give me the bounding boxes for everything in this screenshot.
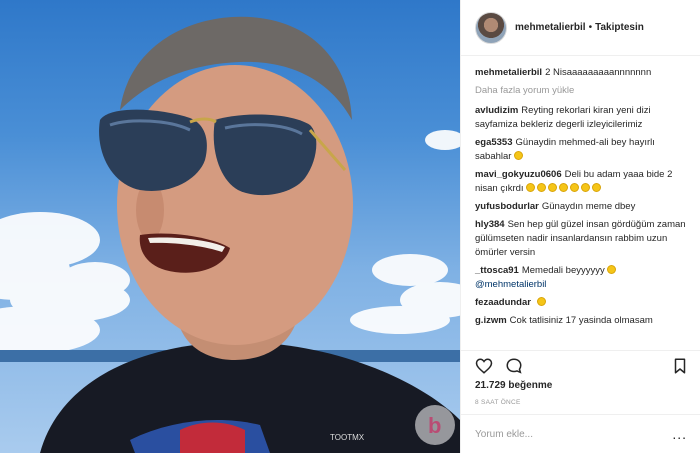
emoji-icon	[581, 183, 591, 192]
comment-username[interactable]: avludizim	[475, 105, 518, 116]
comment-username[interactable]: _ttosca91	[475, 265, 519, 276]
post-photo[interactable]: b TOOTMX	[0, 0, 460, 453]
comment-text: Sen hep gül güzel insan gördüğüm zaman g…	[475, 219, 686, 258]
selfie-illustration: b TOOTMX	[0, 16, 460, 453]
comment-username[interactable]: hly384	[475, 219, 505, 230]
add-comment-input[interactable]	[475, 428, 655, 440]
emoji-icon	[548, 183, 558, 192]
comment-item: _ttosca91 Memedali beyyyyyy @mehmetalierb…	[475, 264, 687, 292]
header-username[interactable]: mehmetalierbil	[515, 22, 586, 33]
comment-bubble-icon[interactable]	[505, 357, 523, 375]
post-timestamp: 8 SAAT ÖNCE	[475, 399, 521, 406]
action-bar	[461, 350, 700, 380]
comment-item: ega5353 Günaydin mehmed-ali bey hayırlı s…	[475, 136, 687, 164]
caption-text: 2 Nisaaaaaaaaannnnnnn	[545, 67, 652, 78]
svg-text:b: b	[428, 413, 441, 438]
add-comment-bar: ...	[461, 414, 700, 453]
comments-list: mehmetalierbil 2 Nisaaaaaaaaannnnnnn Daha…	[461, 60, 700, 350]
comment-item: fezaadundar	[475, 296, 687, 310]
comment-item: g.izwm Cok tatlisiniz 17 yasinda olmasam	[475, 314, 687, 328]
likes-count[interactable]: 21.729 beğenme	[475, 380, 552, 391]
more-options-button[interactable]: ...	[672, 426, 687, 442]
emoji-icon	[607, 265, 617, 274]
comment-text: Cok tatlisiniz 17 yasinda olmasam	[509, 315, 653, 326]
bookmark-icon[interactable]	[671, 357, 689, 375]
emoji-icon	[570, 183, 580, 192]
comment-username[interactable]: mavi_gokyuzu0606	[475, 169, 562, 180]
heart-icon[interactable]	[475, 357, 493, 375]
emoji-icon	[537, 183, 547, 192]
post-sidebar: mehmetalierbil • Takiptesin mehmetalierb…	[460, 0, 700, 453]
emoji-icon	[526, 183, 536, 192]
comment-username[interactable]: ega5353	[475, 137, 513, 148]
comment-item: hly384 Sen hep gül güzel insan gördüğüm z…	[475, 218, 687, 260]
header-separator: •	[588, 22, 593, 33]
emoji-icon	[559, 183, 569, 192]
comment-username[interactable]: fezaadundar	[475, 297, 531, 308]
emoji-icon	[592, 183, 602, 192]
comment-text: Memedali beyyyyyy	[521, 265, 605, 276]
comment-username[interactable]: yufusbodurlar	[475, 201, 539, 212]
comment-item: mavi_gokyuzu0606 Deli bu adam yaaa bide 2…	[475, 168, 687, 196]
load-more-comments-link[interactable]: Daha fazla yorum yükle	[475, 85, 687, 96]
caption-username[interactable]: mehmetalierbil	[475, 67, 542, 78]
comment-text: Günaydın meme dbey	[541, 201, 636, 212]
post-header: mehmetalierbil • Takiptesin	[461, 0, 700, 56]
avatar[interactable]	[475, 11, 507, 44]
shirt-text: TOOTMX	[330, 433, 365, 442]
emoji-icon	[514, 151, 524, 160]
comment-item: yufusbodurlar Günaydın meme dbey	[475, 200, 687, 214]
comment-mention-link[interactable]: @mehmetalierbil	[475, 279, 546, 290]
comment-username[interactable]: g.izwm	[475, 315, 507, 326]
emoji-icon	[536, 297, 546, 306]
follow-status-button[interactable]: Takiptesin	[595, 22, 644, 33]
comment-item: avludizim Reyting rekorlari kiran yeni di…	[475, 104, 687, 132]
caption: mehmetalierbil 2 Nisaaaaaaaaannnnnnn	[475, 66, 687, 80]
